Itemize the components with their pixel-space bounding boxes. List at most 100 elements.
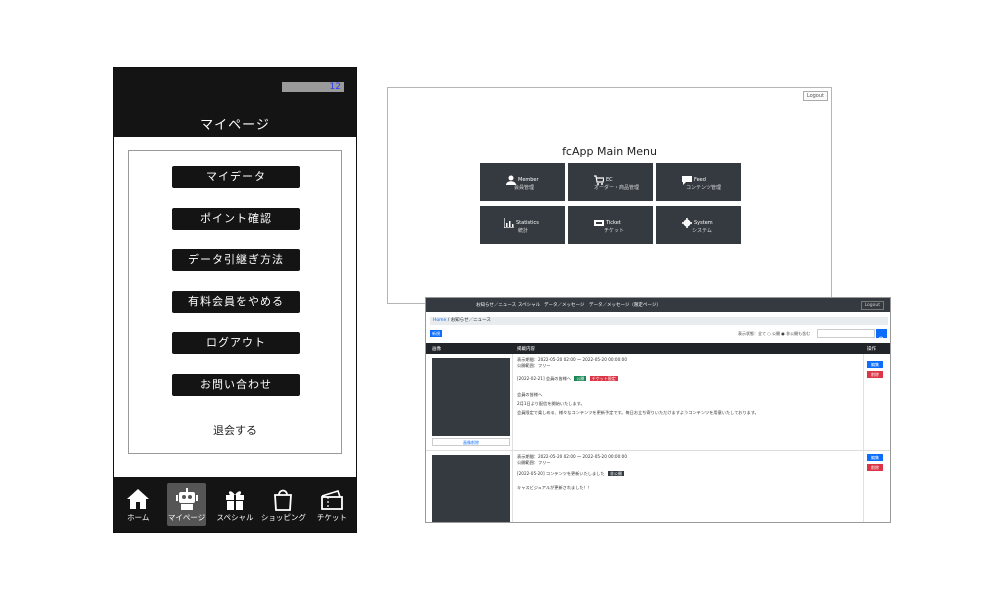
- tile-statistics-label: Statistics: [516, 220, 539, 226]
- my-data-button[interactable]: マイデータ: [172, 166, 300, 188]
- tab-data-message-limited[interactable]: データ／メッセージ（限定ページ）: [589, 302, 661, 308]
- news-logout-button[interactable]: Logout: [860, 301, 884, 310]
- home-icon: [127, 489, 150, 509]
- display-period: 表示期間：2022-05-20 02:00 〜 2022-05-20 00:00…: [517, 357, 627, 362]
- column-divider: [863, 451, 864, 522]
- tile-system[interactable]: System システム: [656, 206, 741, 244]
- breadcrumb-current: お知らせ／ニュース: [450, 318, 491, 323]
- nav-shopping[interactable]: ショッピング: [259, 477, 307, 532]
- tile-member-sub: 会員管理: [514, 185, 535, 191]
- status-badge: 非公開: [607, 471, 624, 476]
- user-icon: [506, 175, 516, 185]
- status-badge: 公開: [574, 376, 587, 381]
- comment-icon: [682, 176, 692, 185]
- notification-badge[interactable]: 12: [282, 82, 344, 92]
- column-divider: [512, 354, 513, 450]
- robot-icon: [175, 488, 198, 510]
- nav-ticket-label: チケット: [316, 513, 347, 522]
- tile-statistics[interactable]: Statistics 統計: [480, 206, 565, 244]
- post-body-line: 会員の皆様へ: [517, 392, 543, 397]
- tile-ec-sub: オーダー・商品管理: [594, 185, 640, 191]
- publish-target: 公開範囲：フリー: [517, 363, 551, 368]
- nav-mypage-label: マイページ: [167, 513, 206, 522]
- nav-mypage[interactable]: マイページ: [162, 477, 210, 532]
- post-headline: [2022-02-21] 会員の皆様へ 公開 チケット限定: [517, 376, 618, 381]
- phone-header: 12 マイページ: [114, 68, 356, 137]
- shopping-bag-icon: [274, 489, 293, 511]
- news-topbar: お知らせ／ニュース スペシャル データ／メッセージ データ／メッセージ（限定ペー…: [426, 298, 890, 312]
- delete-button[interactable]: 削除: [867, 371, 883, 378]
- post-headline: [2022-05-20] コンテンツを更新いたしました 非公開: [517, 471, 624, 476]
- gear-icon: [682, 218, 692, 228]
- publish-target: 公開範囲：フリー: [517, 460, 551, 465]
- tile-ticket-sub: チケット: [604, 228, 625, 234]
- tile-feed-label: Feed: [694, 177, 706, 183]
- admin-logout-button[interactable]: Logout: [802, 91, 828, 101]
- tab-special[interactable]: スペシャル: [518, 302, 540, 308]
- gift-icon: [226, 491, 245, 510]
- mypage-menu-panel: マイデータ ポイント確認 データ引継ぎ方法 有料会員をやめる ログアウト お問い…: [128, 150, 342, 454]
- breadcrumb: Home / お知らせ／ニュース: [430, 317, 888, 325]
- logout-button[interactable]: ログアウト: [172, 332, 300, 354]
- nav-home-label: ホーム: [127, 513, 150, 522]
- mobile-mypage-screen: 12 マイページ マイデータ ポイント確認 データ引継ぎ方法 有料会員をやめる …: [113, 67, 357, 533]
- tile-ticket-label: Ticket: [606, 220, 621, 226]
- table-row: 表示期間：2022-05-20 02:00 〜 2022-05-20 00:00…: [426, 451, 890, 522]
- tile-member-label: Member: [518, 177, 539, 183]
- tile-feed[interactable]: Feed コンテンツ管理: [656, 163, 741, 201]
- col-image: 画像: [432, 347, 441, 352]
- table-row: 画像削除 表示期間：2022-05-20 02:00 〜 2022-05-20 …: [426, 354, 890, 451]
- tile-statistics-sub: 統計: [518, 228, 529, 234]
- breadcrumb-home[interactable]: Home: [433, 318, 446, 323]
- col-action: 操作: [867, 347, 876, 352]
- column-divider: [512, 451, 513, 522]
- cancel-membership-button[interactable]: 有料会員をやめる: [172, 291, 300, 313]
- withdraw-link[interactable]: 退会する: [129, 422, 341, 438]
- edit-button[interactable]: 編集: [867, 454, 883, 461]
- tile-system-label: System: [694, 220, 713, 226]
- new-post-button[interactable]: 新規: [430, 330, 442, 337]
- tile-member[interactable]: Member 会員管理: [480, 163, 565, 201]
- bottom-nav: ホーム マイページ スペシャル ショッピング チケット: [114, 477, 356, 532]
- admin-title: fcApp Main Menu: [562, 145, 657, 158]
- nav-special-label: スペシャル: [216, 513, 254, 522]
- table-header: 画像 掲載内容 操作: [426, 343, 890, 354]
- thumbnail-image: [432, 455, 510, 522]
- data-transfer-button[interactable]: データ引継ぎ方法: [172, 249, 300, 271]
- post-headline-text: [2022-05-20] コンテンツを更新いたしました: [517, 471, 605, 476]
- status-badge: チケット限定: [589, 376, 618, 381]
- admin-main-menu-window: Logout fcApp Main Menu Member 会員管理 EC オー…: [387, 87, 832, 304]
- edit-button[interactable]: 編集: [867, 361, 883, 368]
- col-content: 掲載内容: [517, 347, 535, 352]
- tile-ec[interactable]: EC オーダー・商品管理: [568, 163, 653, 201]
- tile-ticket[interactable]: Ticket チケット: [568, 206, 653, 244]
- post-headline-text: [2022-02-21] 会員の皆様へ: [517, 376, 572, 381]
- tab-news[interactable]: お知らせ／ニュース: [476, 302, 516, 308]
- delete-button[interactable]: 削除: [867, 464, 883, 471]
- nav-ticket[interactable]: チケット: [308, 477, 356, 532]
- display-period: 表示期間：2022-05-20 02:00 〜 2022-05-20 00:00…: [517, 454, 627, 459]
- post-body-line: キャスビジュアルが更新されました！！: [517, 485, 592, 490]
- chart-icon: [504, 218, 514, 228]
- news-admin-window: お知らせ／ニュース スペシャル データ／メッセージ データ／メッセージ（限定ペー…: [425, 297, 891, 523]
- contact-button[interactable]: お問い合わせ: [172, 374, 300, 396]
- post-body-line: 会員限定で楽しめる、様々なコンテンツを更新予定です。毎日お立ち寄りいただけますよ…: [517, 410, 759, 415]
- nav-shopping-label: ショッピング: [260, 513, 306, 522]
- ticket-icon: [594, 220, 604, 226]
- tile-system-sub: システム: [692, 228, 712, 234]
- nav-home[interactable]: ホーム: [114, 477, 162, 532]
- ticket-icon: [320, 490, 343, 510]
- status-filter[interactable]: 表示状態：全て ○ 公開 ● 非公開も含む: [738, 331, 810, 337]
- cart-icon: [594, 175, 604, 185]
- post-body-line: 2月1日より配信を開始いたします。: [517, 401, 585, 406]
- tile-ec-label: EC: [606, 177, 613, 183]
- search-button[interactable]: [876, 329, 887, 343]
- page-title: マイページ: [200, 118, 270, 133]
- nav-special[interactable]: スペシャル: [211, 477, 259, 532]
- search-input[interactable]: [817, 329, 875, 338]
- thumbnail-delete-link[interactable]: 画像削除: [432, 438, 510, 446]
- point-check-button[interactable]: ポイント確認: [172, 208, 300, 230]
- thumbnail-image: [432, 358, 510, 436]
- column-divider: [863, 354, 864, 450]
- tab-data-message[interactable]: データ／メッセージ: [544, 302, 584, 308]
